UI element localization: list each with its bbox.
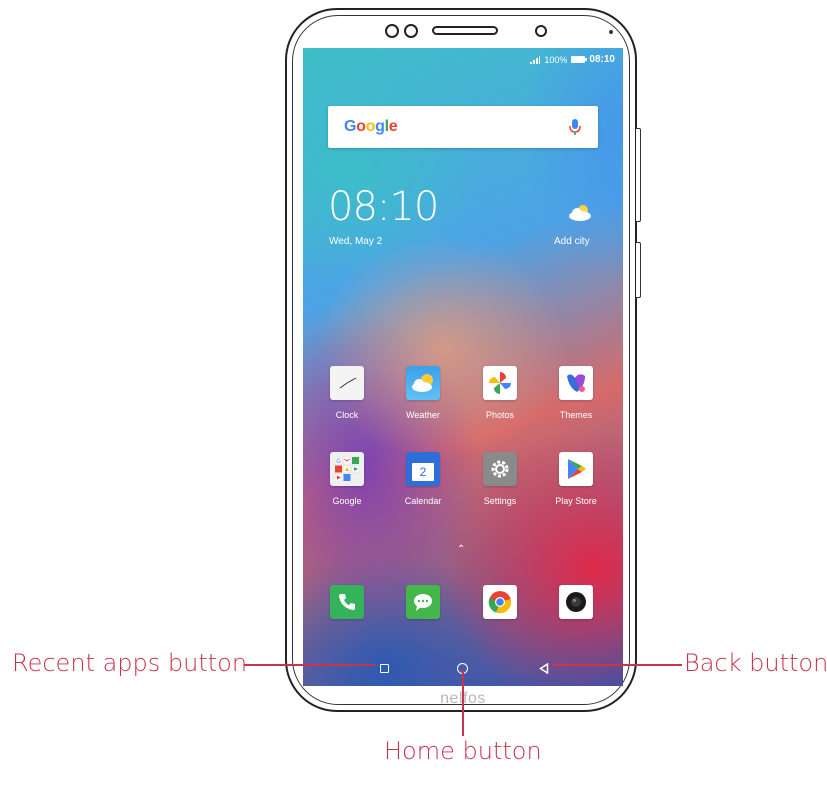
clock-icon bbox=[330, 366, 364, 400]
app-photos[interactable]: Photos bbox=[472, 366, 528, 420]
app-label: Themes bbox=[559, 410, 593, 420]
status-time: 08:10 bbox=[589, 54, 615, 65]
google-logo: Google bbox=[344, 118, 398, 135]
back-button[interactable] bbox=[539, 663, 549, 674]
battery-percent: 100% bbox=[544, 54, 568, 65]
settings-icon bbox=[483, 452, 517, 486]
signal-icon bbox=[530, 55, 541, 64]
home-callout: Home button bbox=[384, 737, 542, 765]
play-store-icon bbox=[559, 452, 593, 486]
back-callout: Back button bbox=[684, 649, 827, 677]
sensor-dot bbox=[609, 30, 613, 34]
cloud-icon[interactable] bbox=[567, 204, 593, 222]
home-leader-line bbox=[462, 670, 464, 736]
clock-widget-date: Wed, May 2 bbox=[329, 236, 383, 247]
calendar-day: 2 bbox=[412, 463, 434, 481]
app-calendar[interactable]: 2 Calendar bbox=[395, 452, 451, 506]
calendar-icon: 2 bbox=[406, 452, 440, 486]
home-screen: 100% 08:10 Google 08:10 Wed, May 2 Add c… bbox=[303, 48, 623, 686]
back-leader-line bbox=[552, 664, 682, 666]
dock-messages[interactable] bbox=[395, 585, 451, 619]
app-weather[interactable]: Weather bbox=[395, 366, 451, 420]
front-camera-icon bbox=[385, 24, 399, 38]
app-label: Settings bbox=[483, 496, 517, 506]
chevron-up-icon[interactable]: ⌃ bbox=[457, 544, 465, 555]
add-city-label[interactable]: Add city bbox=[554, 236, 590, 247]
app-label: Google bbox=[332, 496, 362, 506]
recent-apps-button[interactable] bbox=[380, 664, 389, 673]
app-settings[interactable]: Settings bbox=[472, 452, 528, 506]
battery-icon bbox=[571, 56, 588, 63]
secondary-camera-icon bbox=[535, 25, 547, 37]
camera-icon bbox=[559, 585, 593, 619]
photos-icon bbox=[483, 366, 517, 400]
clock-widget-time[interactable]: 08:10 bbox=[328, 184, 439, 230]
app-label: Play Store bbox=[555, 496, 597, 506]
chrome-icon bbox=[483, 585, 517, 619]
app-label: Photos bbox=[485, 410, 515, 420]
dock-chrome[interactable] bbox=[472, 585, 528, 619]
earpiece-speaker bbox=[432, 26, 498, 35]
app-label: Clock bbox=[335, 410, 359, 420]
themes-icon bbox=[559, 366, 593, 400]
volume-button bbox=[636, 128, 641, 222]
app-google-folder[interactable]: G Google bbox=[319, 452, 375, 506]
recent-apps-callout: Recent apps button bbox=[12, 649, 248, 677]
front-sensor-icon bbox=[404, 24, 418, 38]
google-folder-icon: G bbox=[330, 452, 364, 486]
app-clock[interactable]: Clock bbox=[319, 366, 375, 420]
status-bar: 100% 08:10 bbox=[530, 54, 615, 65]
weather-icon bbox=[406, 366, 440, 400]
google-search-bar[interactable]: Google bbox=[328, 106, 598, 148]
app-label: Weather bbox=[406, 410, 440, 420]
dock-phone[interactable] bbox=[319, 585, 375, 619]
power-button bbox=[636, 242, 641, 298]
svg-text:G: G bbox=[336, 458, 341, 465]
app-play-store[interactable]: Play Store bbox=[548, 452, 604, 506]
microphone-icon[interactable] bbox=[568, 118, 582, 136]
app-themes[interactable]: Themes bbox=[548, 366, 604, 420]
recent-apps-leader-line bbox=[244, 664, 375, 666]
messages-icon bbox=[406, 585, 440, 619]
dock-camera[interactable] bbox=[548, 585, 604, 619]
phone-icon bbox=[330, 585, 364, 619]
app-label: Calendar bbox=[404, 496, 442, 506]
